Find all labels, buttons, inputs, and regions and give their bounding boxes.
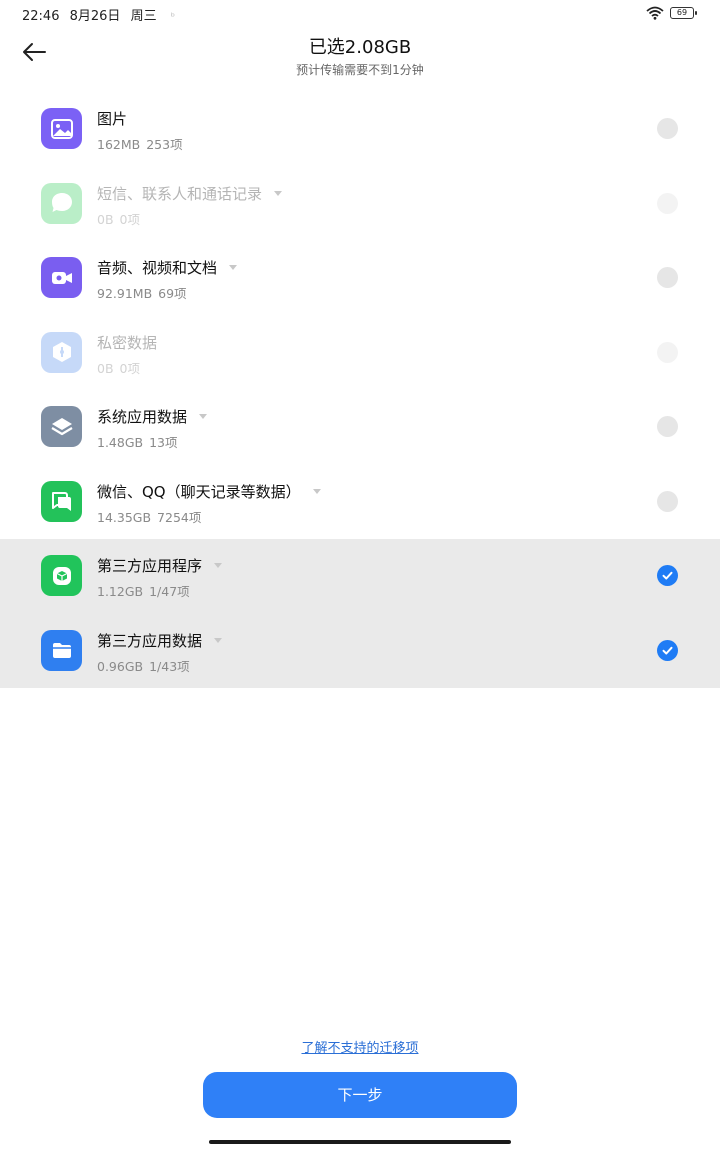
- item-count: 0项: [119, 211, 140, 227]
- item-name: 音频、视频和文档: [97, 257, 238, 278]
- item-name: 微信、QQ（聊天记录等数据）: [97, 481, 321, 502]
- list-item-private-data: 私密数据 0B 0项: [0, 316, 720, 391]
- item-count: 0项: [119, 360, 140, 376]
- item-size: 14.35GB: [97, 509, 152, 525]
- item-meta: 162MB 253项: [97, 134, 189, 153]
- page-title: 已选2.08GB: [308, 37, 412, 58]
- list-item-messages: 短信、联系人和通话记录 0B 0项: [0, 167, 720, 242]
- list-item-system-app-data[interactable]: 系统应用数据 1.48GB 13项: [0, 390, 720, 465]
- chevron-down-icon[interactable]: [214, 637, 223, 643]
- next-button[interactable]: 下一步: [203, 1072, 517, 1118]
- item-name-text: 第三方应用程序: [97, 557, 203, 575]
- item-checkbox[interactable]: [657, 490, 678, 512]
- item-size: 0.96GB: [97, 658, 144, 674]
- unsupported-items-link[interactable]: 了解不支持的迁移项: [0, 1037, 720, 1056]
- item-count: 69项: [158, 286, 187, 301]
- chevron-down-icon: [274, 190, 283, 196]
- video-icon: [41, 257, 82, 298]
- checkmark-icon: [662, 571, 673, 580]
- item-checkbox[interactable]: [657, 118, 678, 139]
- item-meta: 14.35GB 7254项: [97, 507, 207, 526]
- image-icon: [41, 108, 82, 149]
- item-meta: 0B 0项: [97, 209, 146, 228]
- list-item-audio-video-docs[interactable]: 音频、视频和文档 92.91MB 69项: [0, 241, 720, 316]
- status-bar-left: 22:46 8月26日 周三 ᵇ: [22, 5, 181, 24]
- item-count: 1/43项: [149, 658, 190, 674]
- private-icon: [41, 331, 82, 373]
- status-date: 8月26日: [69, 9, 121, 24]
- folder-icon: [41, 629, 82, 671]
- list-item-wechat-qq[interactable]: 微信、QQ（聊天记录等数据） 14.35GB 7254项: [0, 465, 720, 540]
- item-meta: 92.91MB 69项: [97, 283, 193, 302]
- item-count: 13项: [149, 435, 178, 450]
- status-bar-right: 69: [646, 6, 697, 20]
- status-bar: 22:46 8月26日 周三 ᵇ 69: [0, 0, 720, 28]
- chevron-down-icon[interactable]: [312, 488, 321, 494]
- item-name-text: 音频、视频和文档: [97, 259, 218, 277]
- item-name: 系统应用数据: [97, 406, 208, 427]
- item-name-text: 微信、QQ（聊天记录等数据）: [97, 482, 301, 501]
- item-name-text: 第三方应用数据: [97, 631, 203, 650]
- item-meta: 0B 0项: [97, 358, 146, 377]
- item-size: 1.12GB: [97, 584, 144, 599]
- item-meta: 0.96GB 1/43项: [97, 656, 196, 675]
- item-size: 162MB: [97, 137, 141, 152]
- item-checkbox[interactable]: [657, 416, 678, 437]
- item-name: 图片: [97, 110, 128, 128]
- item-name-text: 短信、联系人和通话记录: [97, 184, 263, 203]
- item-size: 0B: [97, 360, 114, 376]
- item-meta: 1.48GB 13项: [97, 432, 184, 451]
- item-size: 92.91MB: [97, 286, 153, 301]
- page-subtitle: 预计传输需要不到1分钟: [296, 63, 424, 77]
- status-time: 22:46: [22, 9, 60, 24]
- item-checkbox: [657, 192, 678, 214]
- transfer-item-list: 图片 162MB 253项 短信、联系人和通话记录 0B 0项 音频、视频和文档 9…: [0, 92, 720, 688]
- item-name: 第三方应用数据: [97, 630, 223, 651]
- battery-icon: 69: [670, 7, 697, 19]
- list-item-third-party-apps[interactable]: 第三方应用程序 1.12GB 1/47项: [0, 539, 720, 614]
- item-checkbox-checked[interactable]: [657, 639, 678, 661]
- home-indicator[interactable]: [209, 1140, 511, 1144]
- item-checkbox[interactable]: [657, 267, 678, 288]
- app-cube-icon: [41, 555, 82, 596]
- item-checkbox-checked[interactable]: [657, 565, 678, 586]
- message-icon: [41, 182, 82, 224]
- layers-icon: [41, 406, 82, 447]
- item-name-text: 系统应用数据: [97, 408, 188, 426]
- item-count: 253项: [146, 137, 183, 152]
- chevron-down-icon[interactable]: [199, 414, 208, 419]
- item-name: 私密数据: [97, 333, 158, 352]
- item-size: 1.48GB: [97, 435, 144, 450]
- wifi-icon: [646, 6, 664, 20]
- checkmark-icon: [662, 646, 673, 654]
- chevron-down-icon[interactable]: [229, 265, 238, 270]
- chevron-down-icon[interactable]: [214, 563, 223, 568]
- item-count: 1/47项: [149, 584, 190, 599]
- item-checkbox: [657, 341, 678, 363]
- notification-dot-icon: ᵇ: [170, 12, 176, 23]
- item-count: 7254项: [157, 509, 202, 525]
- item-size: 0B: [97, 211, 114, 227]
- list-item-photos[interactable]: 图片 162MB 253项: [0, 92, 720, 167]
- item-meta: 1.12GB 1/47项: [97, 581, 196, 600]
- status-weekday: 周三: [130, 9, 157, 24]
- item-name: 第三方应用程序: [97, 555, 223, 576]
- list-item-third-party-app-data[interactable]: 第三方应用数据 0.96GB 1/43项: [0, 613, 720, 688]
- chat-icon: [41, 480, 82, 522]
- item-name: 短信、联系人和通话记录: [97, 183, 283, 204]
